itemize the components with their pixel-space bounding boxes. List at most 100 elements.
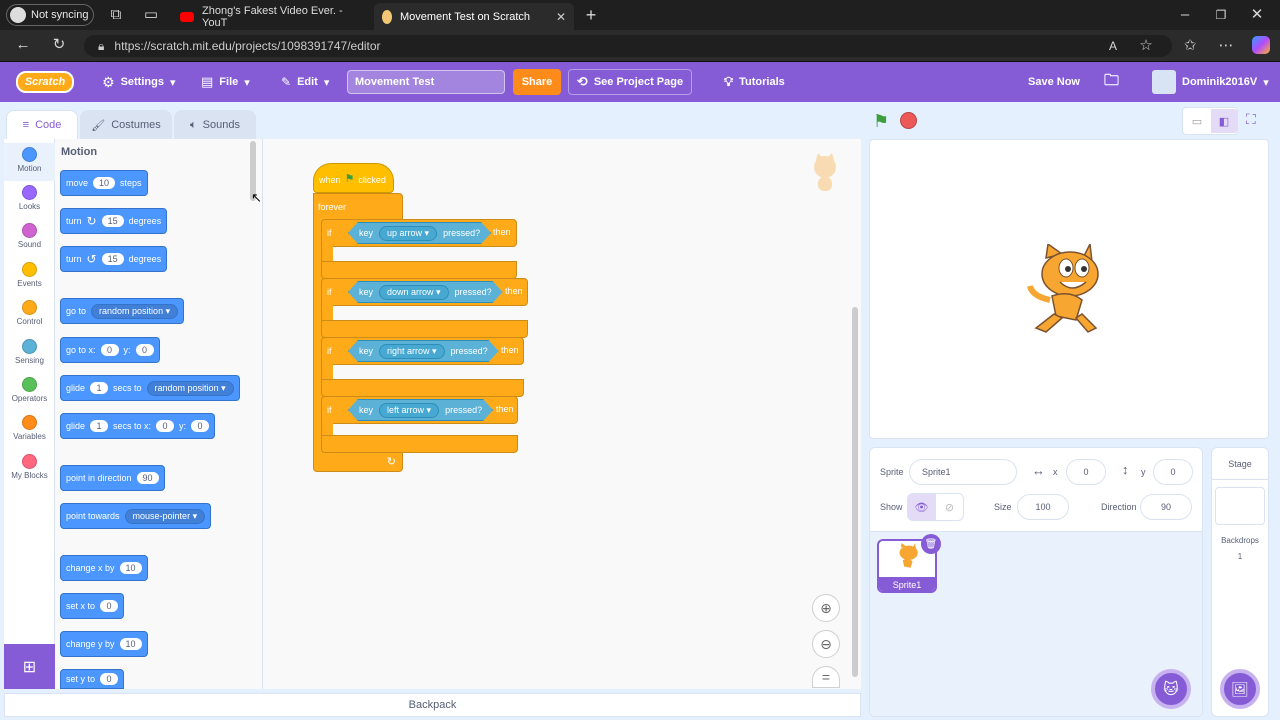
x-input[interactable]: 0 <box>156 420 175 432</box>
stage-target-pane[interactable]: Stage Backdrops 1 🖼︎ <box>1211 447 1269 717</box>
key-pressed-right-block[interactable]: key right arrow ▾ pressed? <box>348 340 499 362</box>
zoom-in-button[interactable]: ⊕ <box>812 594 840 622</box>
degrees-input[interactable]: 15 <box>101 215 124 227</box>
new-tab-icon[interactable]: + <box>580 4 602 26</box>
favorite-star-icon[interactable]: ☆ <box>1135 35 1157 57</box>
block-change-x[interactable]: change x by 10 <box>60 555 148 581</box>
category-operators[interactable]: Operators <box>4 375 55 403</box>
x-input[interactable]: 0 <box>100 344 119 356</box>
hide-sprite-button[interactable]: ⊘ <box>935 493 964 521</box>
category-variables[interactable]: Variables <box>4 413 55 441</box>
secs-input[interactable]: 1 <box>90 382 109 394</box>
small-stage-button[interactable]: ▭ <box>1184 109 1210 133</box>
profile-button[interactable]: Not syncing <box>6 4 94 26</box>
y-input[interactable]: 0 <box>191 420 210 432</box>
favorites-icon[interactable]: ✩ <box>1179 35 1201 57</box>
dx-input[interactable]: 10 <box>119 562 142 574</box>
dy-input[interactable]: 10 <box>119 638 142 650</box>
block-point-towards[interactable]: point towards mouse-pointer ▾ <box>60 503 212 529</box>
scratch-cat-sprite[interactable] <box>1026 244 1110 336</box>
category-events[interactable]: Events <box>4 260 55 288</box>
category-my-blocks[interactable]: My Blocks <box>4 452 55 480</box>
steps-input[interactable]: 10 <box>93 177 116 189</box>
key-pressed-down-block[interactable]: key down arrow ▾ pressed? <box>348 281 503 303</box>
point-target-dropdown[interactable]: mouse-pointer ▾ <box>124 508 206 524</box>
more-menu-icon[interactable]: ⋯ <box>1215 35 1237 57</box>
direction-input[interactable]: 90 <box>136 472 159 484</box>
block-change-y[interactable]: change y by 10 <box>60 631 148 657</box>
y-input[interactable]: 0 <box>1153 459 1193 485</box>
share-button[interactable]: Share <box>513 69 561 95</box>
block-turn-right[interactable]: turn ↻ 15 degrees <box>60 208 168 234</box>
back-icon[interactable]: ← <box>12 34 34 56</box>
glide-target-dropdown[interactable]: random position ▾ <box>146 380 234 396</box>
block-go-to-xy[interactable]: go to x: 0 y: 0 <box>60 337 160 363</box>
key-dropdown[interactable]: right arrow ▾ <box>379 344 445 359</box>
project-title-input[interactable]: Movement Test <box>347 70 505 94</box>
delete-sprite-button[interactable]: 🗑︎ <box>921 534 941 554</box>
choose-backdrop-button[interactable]: 🖼︎ <box>1220 669 1260 709</box>
large-stage-button[interactable]: ◧ <box>1211 109 1237 133</box>
fullscreen-icon[interactable]: ⛶ <box>1246 111 1256 128</box>
category-motion[interactable]: Motion <box>4 143 55 181</box>
stage-canvas[interactable] <box>869 139 1269 439</box>
block-turn-left[interactable]: turn ↺ 15 degrees <box>60 246 168 272</box>
close-tab-icon[interactable]: ✕ <box>556 10 566 24</box>
sprite-name-input[interactable]: Sprite1 <box>909 459 1017 485</box>
secs-input[interactable]: 1 <box>90 420 109 432</box>
block-set-x[interactable]: set x to 0 <box>60 593 125 619</box>
address-bar[interactable]: 🔒︎ https://scratch.mit.edu/projects/1098… <box>84 35 1172 57</box>
account-menu[interactable]: Dominik2016V ▾ <box>1152 62 1269 102</box>
tab-code[interactable]: ≡ Code <box>6 110 78 140</box>
block-glide-to[interactable]: glide 1 secs to random position ▾ <box>60 375 240 401</box>
see-project-page-button[interactable]: ⟲ See Project Page <box>568 69 692 95</box>
category-looks[interactable]: Looks <box>4 183 55 211</box>
key-dropdown[interactable]: left arrow ▾ <box>379 403 439 418</box>
forever-block[interactable]: forever <box>313 193 403 219</box>
x-input[interactable]: 0 <box>100 600 119 612</box>
minimize-icon[interactable]: – <box>1174 4 1196 26</box>
backpack-bar[interactable]: Backpack <box>4 693 861 717</box>
tutorials-button[interactable]: 💡︎ Tutorials <box>724 62 785 102</box>
choose-sprite-button[interactable]: 🐱︎ <box>1151 669 1191 709</box>
edit-menu[interactable]: ✎ Edit ▾ <box>281 62 329 102</box>
block-move-steps[interactable]: move 10 steps <box>60 170 148 196</box>
close-window-icon[interactable]: ✕ <box>1246 4 1268 26</box>
category-sound[interactable]: Sound <box>4 221 55 249</box>
key-pressed-up-block[interactable]: key up arrow ▾ pressed? <box>348 222 491 244</box>
browser-tab-scratch[interactable]: Movement Test on Scratch ✕ <box>374 3 574 30</box>
y-input[interactable]: 0 <box>100 673 119 685</box>
read-aloud-icon[interactable]: A <box>1102 35 1124 57</box>
key-dropdown[interactable]: down arrow ▾ <box>379 285 449 300</box>
show-sprite-button[interactable]: 👁︎ <box>907 493 936 521</box>
block-point-in-direction[interactable]: point in direction 90 <box>60 465 165 491</box>
green-flag-button[interactable]: ⚑ <box>873 111 889 132</box>
x-input[interactable]: 0 <box>1066 459 1106 485</box>
block-glide-xy[interactable]: glide 1 secs to x: 0 y: 0 <box>60 413 216 439</box>
reload-icon[interactable]: ↻ <box>48 34 70 56</box>
direction-input[interactable]: 90 <box>1140 494 1192 520</box>
key-dropdown[interactable]: up arrow ▾ <box>379 226 437 241</box>
category-control[interactable]: Control <box>4 298 55 326</box>
key-pressed-left-block[interactable]: key left arrow ▾ pressed? <box>348 399 493 421</box>
workspaces-icon[interactable]: ⧉ <box>105 4 127 26</box>
copilot-icon[interactable] <box>1252 36 1270 54</box>
script-workspace[interactable]: when ⚑ clicked forever ↻ if key up arrow … <box>263 139 861 689</box>
file-menu[interactable]: ▤ File ▾ <box>201 62 250 102</box>
browser-tab-youtube[interactable]: Zhong's Fakest Video Ever. - YouT <box>172 3 372 30</box>
backdrop-thumbnail[interactable] <box>1215 487 1265 525</box>
category-sensing[interactable]: Sensing <box>4 337 55 365</box>
stop-button[interactable] <box>900 112 917 129</box>
degrees-input[interactable]: 15 <box>101 253 124 265</box>
size-input[interactable]: 100 <box>1017 494 1069 520</box>
block-set-y[interactable]: set y to 0 <box>60 669 125 689</box>
save-now-button[interactable]: Save Now <box>1028 62 1080 102</box>
tab-actions-icon[interactable]: ▭ <box>140 4 162 26</box>
workspace-scrollbar[interactable] <box>852 307 858 677</box>
when-flag-clicked-block[interactable]: when ⚑ clicked <box>313 163 394 193</box>
block-go-to[interactable]: go to random position ▾ <box>60 298 185 324</box>
goto-target-dropdown[interactable]: random position ▾ <box>91 303 179 319</box>
scratch-logo[interactable]: Scratch <box>16 71 74 93</box>
add-extension-button[interactable]: ⊞ <box>4 644 55 689</box>
restore-icon[interactable]: ❐ <box>1210 4 1232 26</box>
